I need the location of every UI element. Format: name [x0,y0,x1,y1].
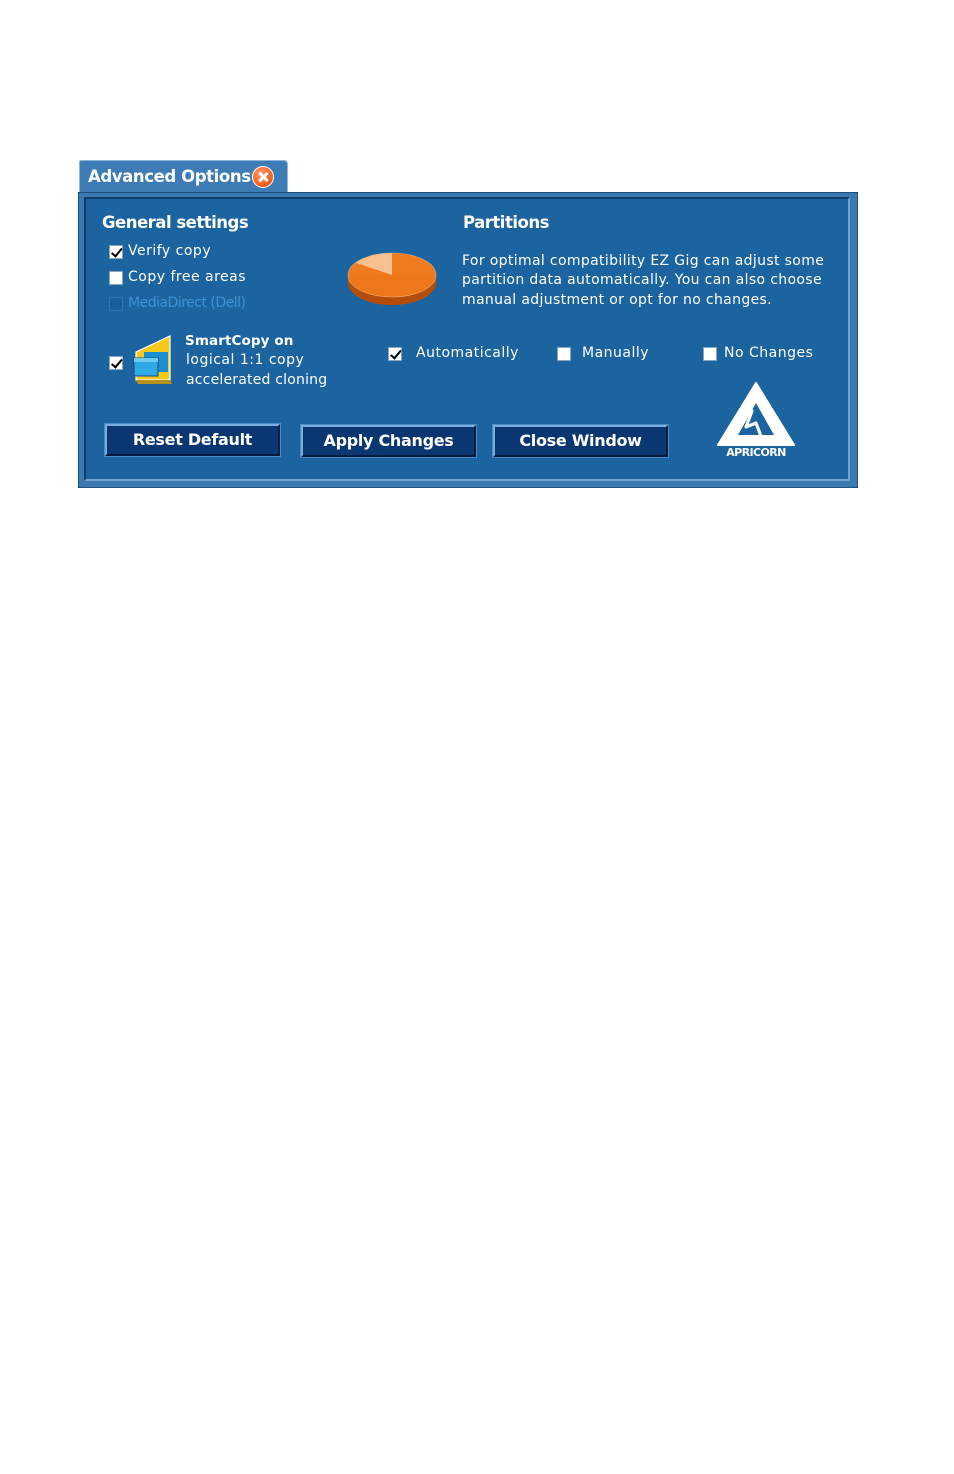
window-tab: Advanced Options [79,160,288,194]
no-changes-label: No Changes [724,345,814,361]
general-settings-heading: General settings [102,213,249,232]
automatically-checkbox[interactable] [388,347,402,361]
partitions-desc-line1: For optimal compatibility EZ Gig can adj… [462,253,825,269]
reset-default-frame: Reset Default [104,423,281,457]
verify-copy-label: Verify copy [128,243,212,259]
verify-copy-checkbox[interactable] [109,245,123,259]
close-icon[interactable] [252,166,274,188]
partitions-desc-line2: partition data automatically. You can al… [462,272,822,288]
media-direct-label: MediaDirect (Dell) [128,295,246,311]
reset-default-button[interactable]: Reset Default [105,424,280,456]
manually-label: Manually [582,345,650,361]
apricorn-logo-text: APRICORN [726,446,786,459]
partitions-heading: Partitions [463,213,549,232]
apply-changes-button[interactable]: Apply Changes [301,425,476,457]
window-title: Advanced Options [88,167,251,186]
smartcopy-checkbox[interactable] [109,356,123,370]
copy-free-areas-label: Copy free areas [128,269,247,285]
close-window-button[interactable]: Close Window [493,425,668,457]
advanced-options-panel: General settings Verify copy Copy free a… [78,192,858,488]
automatically-label: Automatically [416,345,519,361]
smartcopy-title: SmartCopy on [185,333,294,349]
smartcopy-line1: logical 1:1 copy [186,352,305,368]
close-window-frame: Close Window [492,424,669,458]
pie-chart-icon [347,252,437,305]
panel-content: General settings Verify copy Copy free a… [84,197,850,481]
smartcopy-icon [133,335,172,384]
media-direct-checkbox [109,297,123,311]
apply-changes-frame: Apply Changes [300,424,477,458]
smartcopy-line2: accelerated cloning [186,372,328,388]
manually-checkbox[interactable] [557,347,571,361]
no-changes-checkbox[interactable] [703,347,717,361]
copy-free-areas-checkbox[interactable] [109,271,123,285]
partitions-desc-line3: manual adjustment or opt for no changes. [462,292,772,308]
